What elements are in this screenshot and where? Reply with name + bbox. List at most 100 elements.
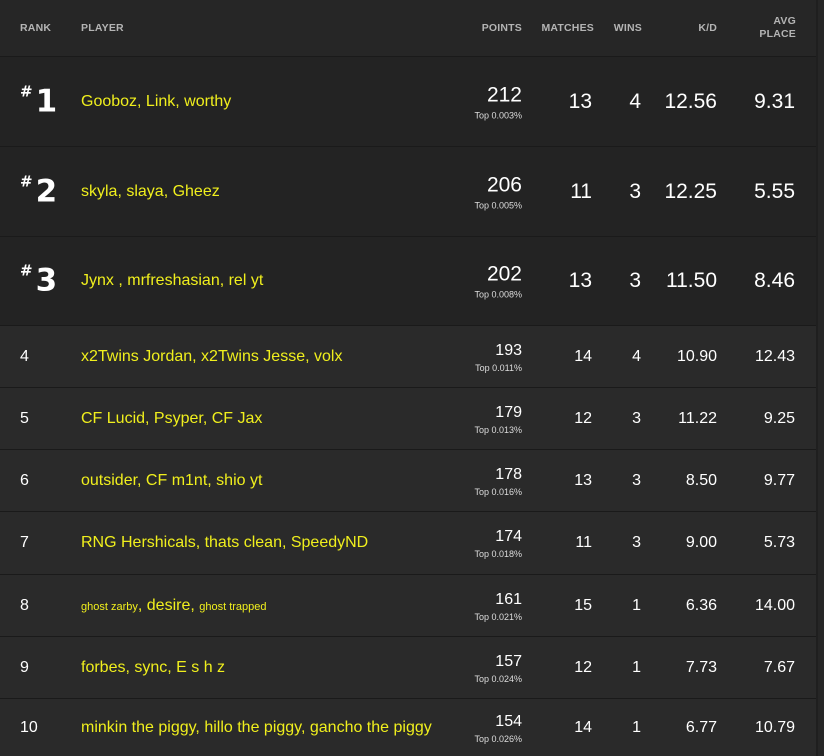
table-row[interactable]: #2 skyla, slaya, Gheez 206 Top 0.005% 11 …: [0, 147, 816, 237]
table-row[interactable]: 6 outsider, CF m1nt, shio yt 178 Top 0.01…: [0, 450, 816, 512]
rank-number: 9: [20, 658, 29, 676]
rank-number: 5: [20, 409, 29, 427]
rank-number: 10: [20, 718, 38, 736]
player-name: desire: [146, 596, 191, 614]
kd-value: 6.77: [685, 718, 717, 736]
avg-place-value: 10.79: [754, 718, 795, 736]
points-cell: 193 Top 0.011%: [475, 341, 522, 373]
player-separator: ,: [190, 596, 200, 614]
points-cell: 179 Top 0.013%: [474, 403, 522, 435]
header-avg-line1: AVG: [773, 15, 796, 27]
table-row[interactable]: 7 RNG Hershicals, thats clean, SpeedyND …: [0, 512, 816, 575]
kd-value: 11.50: [666, 269, 717, 292]
wins-value: 3: [629, 269, 641, 292]
kd-value: 6.36: [685, 596, 717, 614]
header-points[interactable]: POINTS: [482, 22, 522, 34]
rank-badge: #3: [20, 261, 57, 297]
team-players[interactable]: CF Lucid, Psyper, CF Jax: [81, 410, 262, 428]
table-row[interactable]: 9 forbes, sync, E s h z 157 Top 0.024% 12…: [0, 637, 816, 699]
table-row[interactable]: 4 x2Twins Jordan, x2Twins Jesse, volx 19…: [0, 326, 816, 388]
wins-value: 4: [629, 89, 641, 113]
team-players[interactable]: forbes, sync, E s h z: [81, 659, 225, 677]
team-players[interactable]: minkin the piggy, hillo the piggy, ganch…: [81, 719, 432, 737]
header-player[interactable]: PLAYER: [81, 22, 124, 34]
rank-number: 6: [20, 471, 29, 489]
avg-place-value: 9.25: [763, 409, 795, 427]
kd-value: 12.25: [664, 179, 717, 203]
table-row[interactable]: 8 ghost zarby, desire, ghost trapped 161…: [0, 575, 816, 637]
rank-number: 8: [20, 596, 29, 614]
avg-place-value: 9.31: [754, 89, 795, 113]
player-name: ghost trapped: [199, 600, 267, 613]
points-value: 202: [486, 262, 522, 286]
wins-value: 3: [629, 179, 641, 203]
wins-value: 1: [632, 658, 641, 676]
avg-place-value: 8.46: [754, 269, 795, 292]
team-players[interactable]: Gooboz, Link, worthy: [81, 93, 231, 111]
wins-value: 4: [632, 347, 641, 365]
table-row[interactable]: #3 Jynx , mrfreshasian, rel yt 202 Top 0.…: [0, 237, 816, 326]
table-row[interactable]: 10 minkin the piggy, hillo the piggy, ga…: [0, 699, 816, 756]
wins-value: 3: [632, 534, 641, 551]
team-players[interactable]: x2Twins Jordan, x2Twins Jesse, volx: [81, 348, 342, 366]
player-separator: ,: [137, 596, 147, 614]
matches-value: 15: [574, 596, 592, 614]
points-percentile: Top 0.013%: [474, 424, 522, 435]
header-kd[interactable]: K/D: [698, 22, 717, 34]
header-matches[interactable]: MATCHES: [541, 22, 594, 34]
rank-number: 7: [20, 534, 29, 551]
points-value: 206: [486, 173, 522, 196]
points-percentile: Top 0.005%: [474, 200, 522, 210]
header-rank[interactable]: RANK: [20, 22, 51, 34]
avg-place-value: 7.67: [763, 658, 795, 676]
points-percentile: Top 0.011%: [475, 362, 522, 373]
points-value: 157: [495, 652, 522, 670]
avg-place-value: 5.73: [763, 534, 795, 551]
matches-value: 14: [574, 718, 592, 736]
matches-value: 12: [574, 658, 592, 676]
header-avg-line2: PLACE: [759, 28, 796, 40]
points-cell: 157 Top 0.024%: [474, 652, 522, 684]
wins-value: 3: [632, 409, 641, 427]
kd-value: 11.22: [678, 409, 717, 427]
team-players[interactable]: RNG Hershicals, thats clean, SpeedyND: [81, 534, 368, 552]
points-percentile: Top 0.021%: [474, 611, 522, 622]
points-value: 179: [495, 403, 522, 421]
matches-value: 11: [570, 179, 592, 203]
team-players[interactable]: ghost zarby, desire, ghost trapped: [81, 597, 267, 615]
team-players[interactable]: outsider, CF m1nt, shio yt: [81, 472, 262, 490]
points-percentile: Top 0.018%: [474, 549, 522, 559]
table-row[interactable]: #1 Gooboz, Link, worthy 212 Top 0.003% 13…: [0, 57, 816, 147]
points-percentile: Top 0.026%: [474, 733, 522, 744]
player-name: ghost zarby: [81, 600, 138, 613]
rank-hash: #: [20, 82, 33, 100]
rank-badge: #1: [20, 82, 58, 119]
wins-value: 1: [632, 718, 641, 736]
header-avg-place[interactable]: AVG PLACE: [759, 15, 796, 41]
rank-badge: #2: [20, 172, 58, 209]
avg-place-value: 5.55: [754, 179, 795, 203]
kd-value: 8.50: [685, 471, 717, 489]
avg-place-value: 9.77: [763, 471, 795, 489]
rank-hash: #: [20, 261, 33, 280]
table-row[interactable]: 5 CF Lucid, Psyper, CF Jax 179 Top 0.013%…: [0, 388, 816, 450]
points-cell: 178 Top 0.016%: [474, 465, 522, 497]
header-wins[interactable]: WINS: [614, 22, 642, 34]
kd-value: 9.00: [685, 534, 717, 551]
points-value: 161: [495, 590, 522, 608]
points-value: 154: [495, 712, 522, 730]
avg-place-value: 14.00: [754, 596, 795, 614]
wins-value: 1: [632, 596, 641, 614]
rank-number: 2: [35, 173, 58, 209]
rank-number: 1: [35, 83, 58, 119]
points-cell: 154 Top 0.026%: [474, 712, 522, 744]
points-value: 174: [495, 528, 522, 545]
kd-value: 7.73: [685, 658, 717, 676]
team-players[interactable]: skyla, slaya, Gheez: [81, 183, 220, 201]
points-percentile: Top 0.024%: [474, 673, 522, 684]
rank-hash: #: [20, 172, 33, 190]
points-cell: 212 Top 0.003%: [474, 83, 522, 120]
team-players[interactable]: Jynx , mrfreshasian, rel yt: [81, 272, 263, 290]
table-header: RANK PLAYER POINTS MATCHES WINS K/D AVG P…: [0, 0, 816, 57]
points-value: 212: [486, 83, 522, 106]
